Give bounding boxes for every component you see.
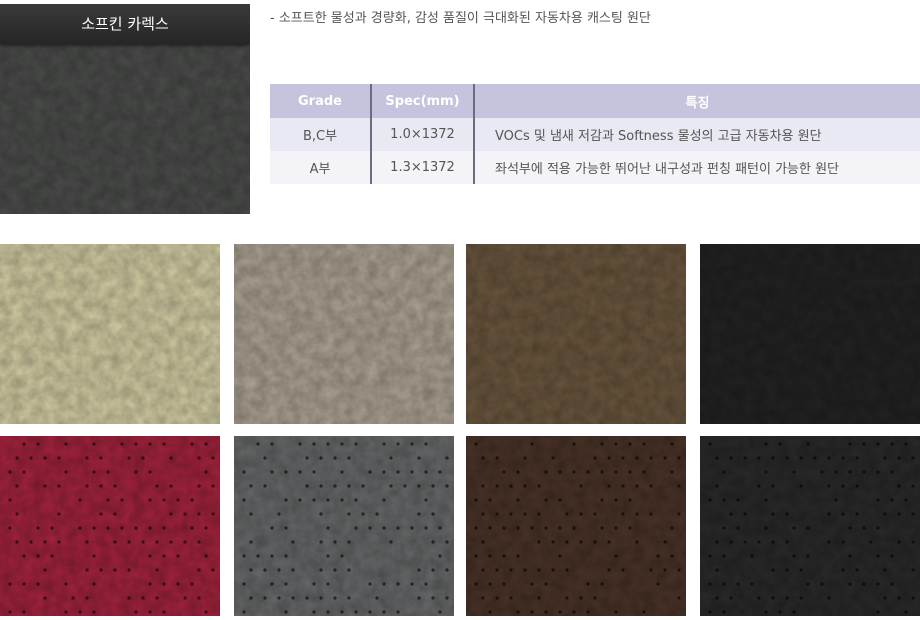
leather-swatch-1 [0,244,220,424]
grade-cell: B,C부 [270,118,372,151]
perforated-swatch-3 [466,436,686,616]
table-row: B,C부 1.0×1372 VOCs 및 냄새 저감과 Softness 물성의… [270,118,920,151]
spec-cell: 1.3×1372 [371,151,475,184]
leather-swatch-4 [700,244,920,424]
grade-cell: A부 [270,151,372,184]
header-feature: 특징 [474,84,920,118]
product-title: 소프킨 카렉스 [0,4,250,44]
perforated-swatch-4 [700,436,920,616]
perforated-swatch-2 [234,436,454,616]
table-row: A부 1.3×1372 좌석부에 적용 가능한 뛰어난 내구성과 펀칭 패턴이 … [270,151,920,184]
feature-cell: VOCs 및 냄새 저감과 Softness 물성의 고급 자동차용 원단 [474,118,920,151]
hero-leather-swatch [0,44,250,214]
spec-cell: 1.0×1372 [371,118,475,151]
header-grade: Grade [270,84,372,118]
spec-table-header-row: Grade Spec(mm) 특징 [270,84,920,118]
perforated-swatch-1 [0,436,220,616]
leather-swatch-2 [234,244,454,424]
product-hero: 소프킨 카렉스 [0,4,250,214]
feature-cell: 좌석부에 적용 가능한 뛰어난 내구성과 펀칭 패턴이 가능한 원단 [474,151,920,184]
header-spec: Spec(mm) [371,84,475,118]
spec-table: Grade Spec(mm) 특징 B,C부 1.0×1372 VOCs 및 냄… [270,84,920,184]
product-description: - 소프트한 물성과 경량화, 감성 품질이 극대화된 자동차용 캐스팅 원단 [270,11,651,26]
leather-swatch-3 [466,244,686,424]
